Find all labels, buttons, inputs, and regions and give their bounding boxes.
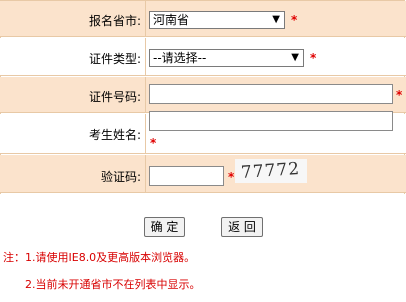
divider [145,155,146,193]
captcha-image[interactable]: 77772 [235,159,307,183]
back-button[interactable]: 返 回 [221,217,263,237]
required-mark: * [396,88,403,102]
note-line-1: 注：1.请使用IE8.0及更高版本浏览器。 [3,251,196,264]
province-label: 报名省市: [88,14,141,28]
name-label: 考生姓名: [88,128,141,142]
id-type-row: 证件类型: --请选择-- ▼ * [0,38,406,76]
divider [145,114,146,154]
chevron-down-icon: ▼ [272,14,280,25]
id-type-value: --请选择-- [153,51,207,65]
id-number-row: 证件号码: * [0,77,406,113]
note-line-2: 2.当前未开通省市不在列表中显示。 [25,278,201,291]
captcha-row: 验证码: * [0,155,406,193]
divider [145,1,146,37]
province-row: 报名省市: 河南省 ▼ * [0,1,406,37]
name-row: 考生姓名: * [0,111,406,154]
id-number-label: 证件号码: [88,90,141,104]
id-type-label: 证件类型: [88,52,141,66]
captcha-text: 77772 [240,158,301,184]
captcha-input[interactable] [149,166,224,186]
divider [145,77,146,113]
required-mark: * [291,13,298,27]
chevron-down-icon: ▼ [291,52,299,63]
buttons-row [0,194,406,239]
id-number-input[interactable] [149,84,393,104]
captcha-label: 验证码: [100,170,141,184]
id-type-select[interactable]: --请选择-- ▼ [149,49,304,67]
confirm-button[interactable]: 确 定 [144,217,185,237]
divider [145,38,146,76]
province-select[interactable]: 河南省 ▼ [149,11,285,29]
name-input[interactable] [149,111,393,131]
required-mark: * [150,136,157,150]
required-mark: * [228,170,235,184]
province-value: 河南省 [153,13,190,27]
required-mark: * [310,51,317,65]
